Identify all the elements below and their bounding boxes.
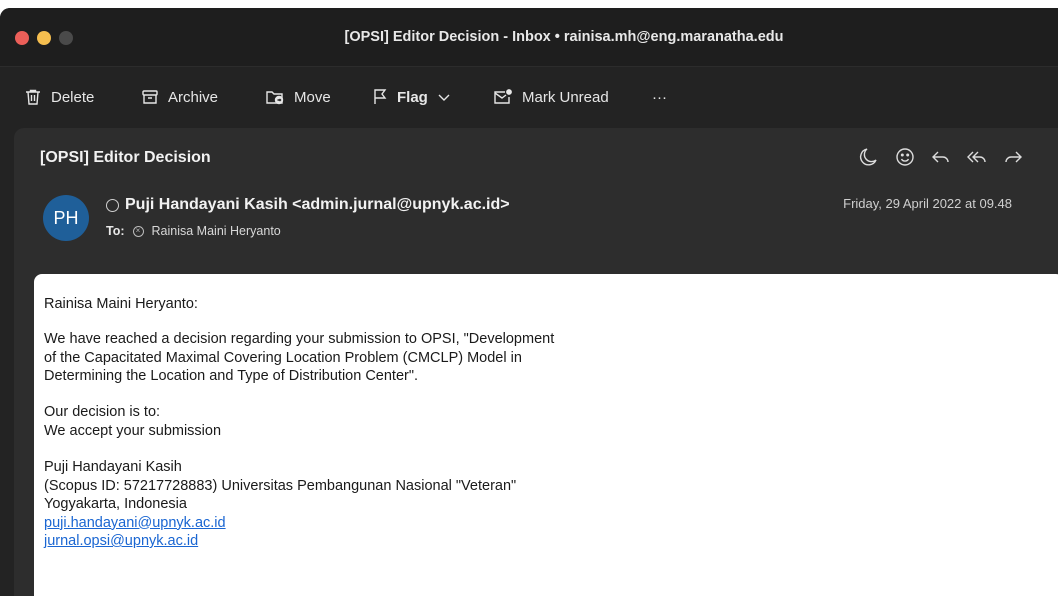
trash-icon bbox=[24, 88, 42, 106]
mail-window: [OPSI] Editor Decision - Inbox • rainisa… bbox=[0, 8, 1058, 596]
signature-name: Puji Handayani Kasih bbox=[44, 459, 182, 475]
paragraph-line: Determining the Location and Type of Dis… bbox=[44, 368, 419, 384]
delete-button[interactable]: Delete bbox=[24, 86, 94, 108]
decision-paragraph: We have reached a decision regarding you… bbox=[44, 330, 554, 386]
title-bar: [OPSI] Editor Decision - Inbox • rainisa… bbox=[0, 8, 1058, 66]
paragraph-line: We have reached a decision regarding you… bbox=[44, 331, 555, 347]
delete-label: Delete bbox=[51, 88, 95, 106]
move-label: Move bbox=[294, 88, 331, 106]
signature-location: Yogyakarta, Indonesia bbox=[44, 496, 187, 512]
reply-all-icon[interactable] bbox=[966, 146, 988, 168]
flag-icon bbox=[372, 88, 388, 106]
recipients-row: To: × Rainisa Maini Heryanto bbox=[106, 224, 281, 238]
decision-intro: Our decision is to: bbox=[44, 404, 161, 420]
reading-pane: [OPSI] Editor Decision PH Puji Handayani… bbox=[14, 128, 1058, 596]
archive-label: Archive bbox=[168, 88, 219, 106]
signature-affiliation: (Scopus ID: 57217728883) Universitas Pem… bbox=[44, 477, 517, 494]
sender-name: Puji Handayani Kasih <admin.jurnal@upnyk… bbox=[125, 196, 510, 213]
remove-recipient-icon[interactable]: × bbox=[132, 225, 144, 237]
unread-ring-icon bbox=[106, 198, 119, 212]
mark-unread-label: Mark Unread bbox=[522, 88, 609, 106]
paragraph-line: of the Capacitated Maximal Covering Loca… bbox=[44, 349, 522, 366]
email-link-journal[interactable]: jurnal.opsi@upnyk.ac.id bbox=[44, 532, 516, 551]
moon-icon[interactable] bbox=[858, 146, 880, 168]
signature: Puji Handayani Kasih (Scopus ID: 5721772… bbox=[44, 458, 516, 551]
flag-label: Flag bbox=[397, 88, 428, 106]
more-icon: ··· bbox=[652, 88, 667, 106]
to-label: To: bbox=[106, 224, 125, 238]
toolbar: Delete Archive Move Flag Mark Unread ··· bbox=[0, 66, 1058, 129]
message-body: Rainisa Maini Heryanto: We have reached … bbox=[34, 274, 1058, 596]
archive-button[interactable]: Archive bbox=[141, 86, 218, 108]
chevron-down-icon[interactable] bbox=[437, 92, 451, 102]
recipient-name[interactable]: Rainisa Maini Heryanto bbox=[152, 224, 281, 238]
move-folder-icon bbox=[265, 88, 285, 106]
decision-block: Our decision is to: We accept your submi… bbox=[44, 403, 221, 440]
avatar[interactable]: PH bbox=[43, 195, 89, 241]
decision-text: We accept your submission bbox=[44, 422, 222, 439]
message-subject: [OPSI] Editor Decision bbox=[40, 149, 211, 166]
reply-icon[interactable] bbox=[930, 146, 952, 168]
message-actions bbox=[858, 146, 1024, 168]
email-link-personal[interactable]: puji.handayani@upnyk.ac.id bbox=[44, 514, 516, 533]
envelope-unread-icon bbox=[493, 88, 513, 106]
mark-unread-button[interactable]: Mark Unread bbox=[493, 86, 609, 108]
more-actions-button[interactable]: ··· bbox=[652, 86, 667, 108]
emoji-icon[interactable] bbox=[894, 146, 916, 168]
greeting: Rainisa Maini Heryanto: bbox=[44, 296, 198, 312]
forward-icon[interactable] bbox=[1002, 146, 1024, 168]
flag-button[interactable]: Flag bbox=[372, 86, 451, 108]
move-button[interactable]: Move bbox=[265, 86, 331, 108]
window-title: [OPSI] Editor Decision - Inbox • rainisa… bbox=[344, 29, 784, 45]
sender[interactable]: Puji Handayani Kasih <admin.jurnal@upnyk… bbox=[106, 196, 510, 214]
archive-icon bbox=[141, 88, 159, 106]
message-date: Friday, 29 April 2022 at 09.48 bbox=[843, 196, 1012, 211]
